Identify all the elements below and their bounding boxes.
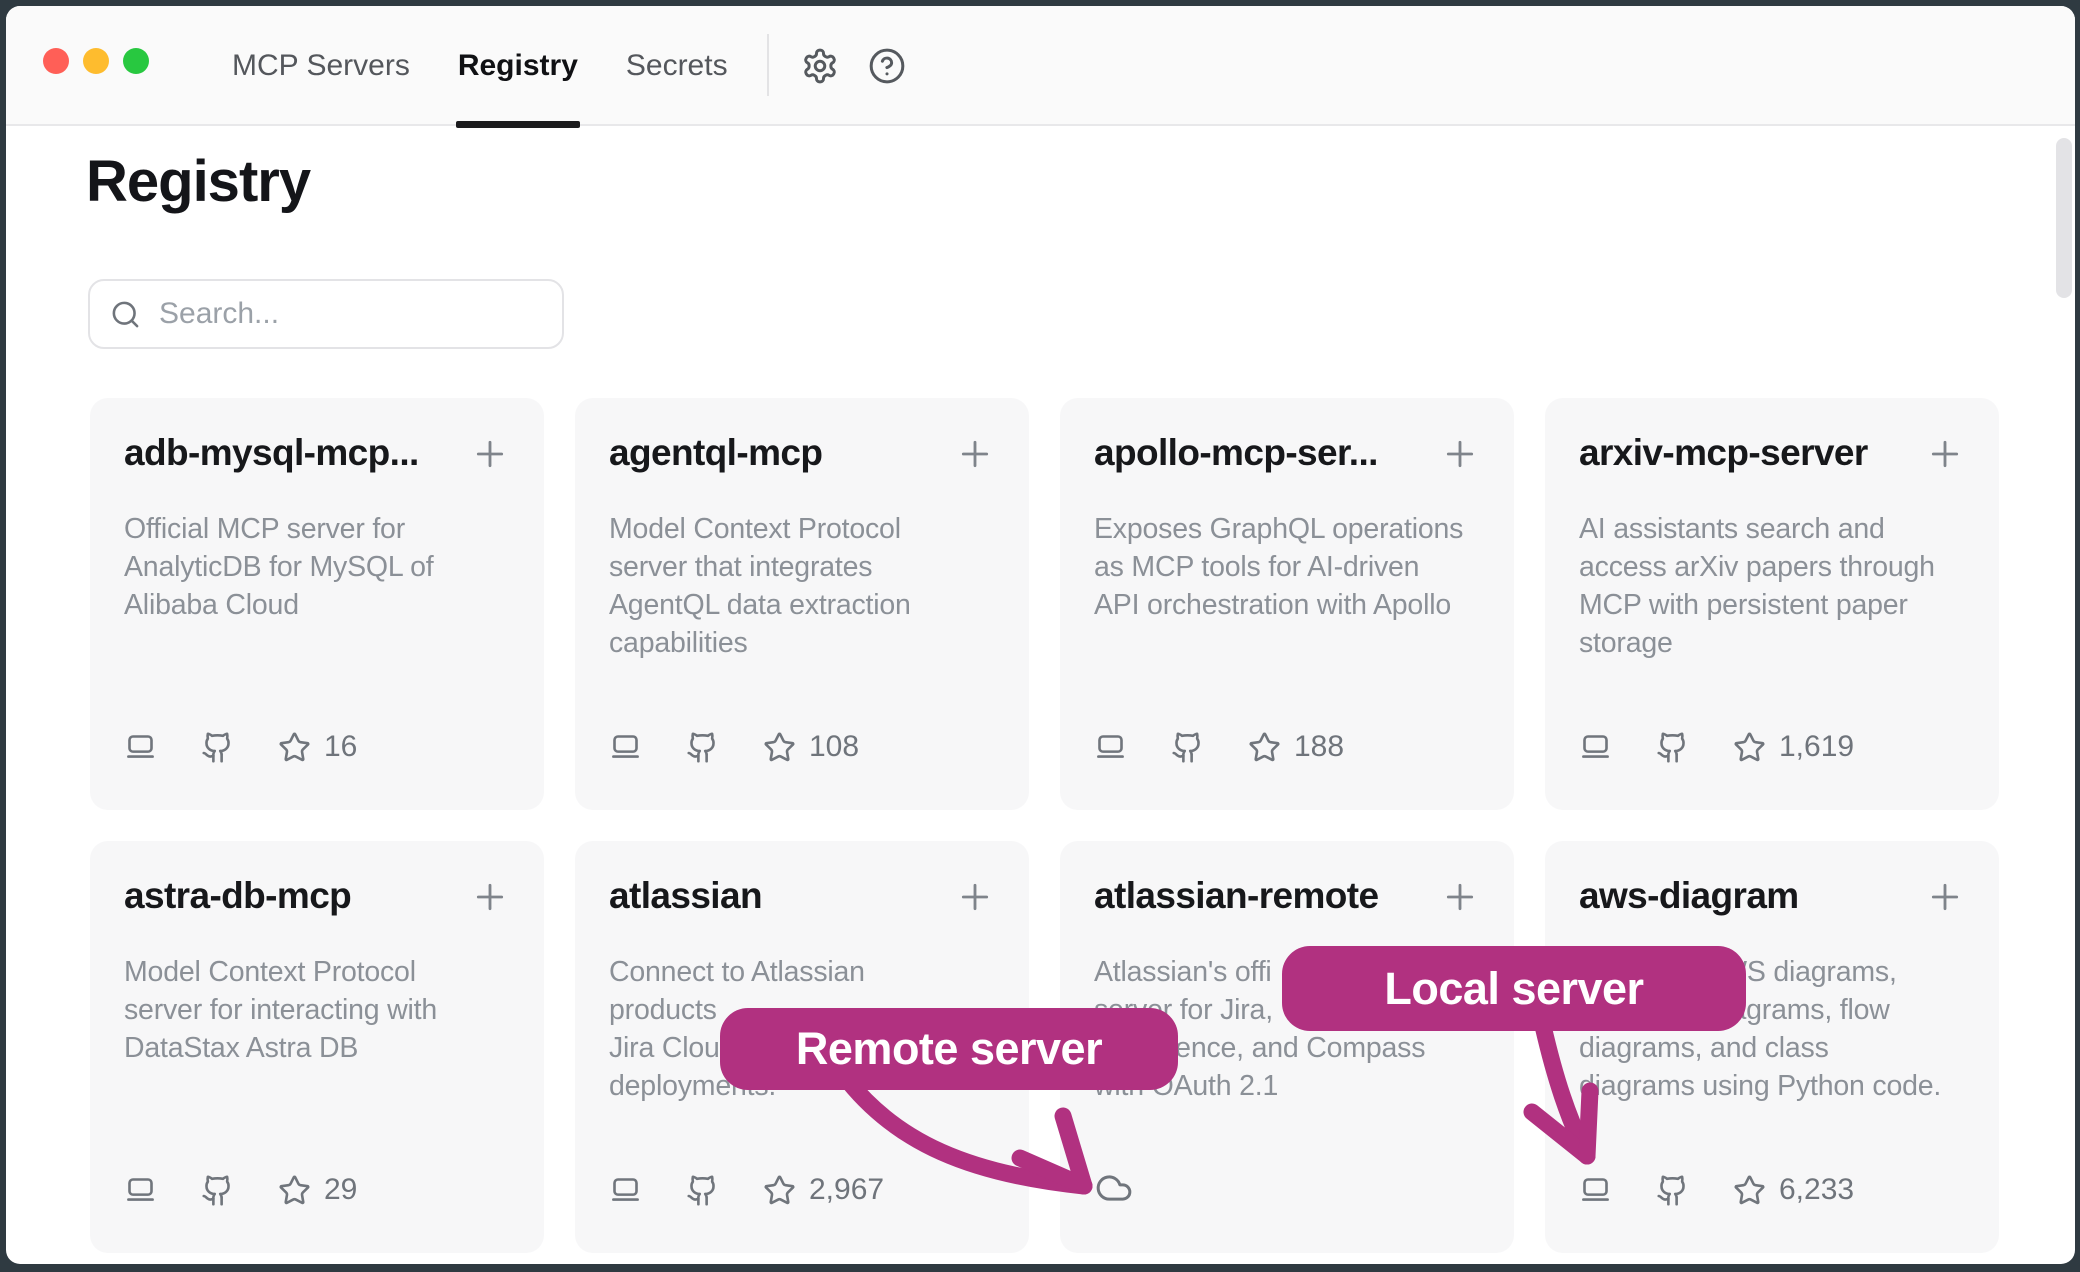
add-server-button[interactable] <box>1440 877 1480 917</box>
titlebar: MCP Servers Registry Secrets <box>6 6 2075 126</box>
github-icon[interactable] <box>686 731 719 764</box>
star-count: 29 <box>324 1173 357 1207</box>
tab-registry[interactable]: Registry <box>458 6 578 126</box>
server-name: astra-db-mcp <box>124 875 351 917</box>
github-icon[interactable] <box>1656 731 1689 764</box>
server-card-adb-mysql-mcp[interactable]: adb-mysql-mcp... Official MCP server for… <box>90 398 544 810</box>
add-server-button[interactable] <box>1925 434 1965 474</box>
help-icon[interactable] <box>868 47 906 85</box>
server-card-astra-db-mcp[interactable]: astra-db-mcp Model Context Protocolserve… <box>90 841 544 1253</box>
star-count: 1,619 <box>1779 730 1854 764</box>
laptop-icon <box>124 1174 157 1207</box>
header-divider <box>767 34 769 96</box>
server-card-aws-diagram[interactable]: aws-diagram Generate AWS diagrams,sequen… <box>1545 841 1999 1253</box>
star-icon <box>763 1174 796 1207</box>
close-button[interactable] <box>43 48 69 74</box>
star-count: 16 <box>324 730 357 764</box>
server-description: Connect to AtlassianproductsJira Cloudep… <box>609 953 995 1105</box>
github-icon[interactable] <box>686 1174 719 1207</box>
github-icon[interactable] <box>1656 1174 1689 1207</box>
add-server-button[interactable] <box>470 877 510 917</box>
star-count: 188 <box>1294 730 1344 764</box>
card-footer: 1,619 <box>1579 730 1965 764</box>
server-description: Exposes GraphQL operationsas MCP tools f… <box>1094 510 1480 624</box>
card-footer <box>1094 1169 1480 1207</box>
github-icon[interactable] <box>201 1174 234 1207</box>
card-footer: 6,233 <box>1579 1173 1965 1207</box>
scrollbar-thumb[interactable] <box>2056 138 2072 298</box>
server-description: Atlassian's offiserver for Jira,Confluen… <box>1094 953 1480 1105</box>
add-server-button[interactable] <box>1440 434 1480 474</box>
server-name: apollo-mcp-ser... <box>1094 432 1378 474</box>
server-card-agentql-mcp[interactable]: agentql-mcp Model Context Protocolserver… <box>575 398 1029 810</box>
search-box <box>88 279 564 349</box>
star-icon <box>1248 731 1281 764</box>
star-icon <box>278 731 311 764</box>
server-card-atlassian[interactable]: atlassian Connect to AtlassianproductsJi… <box>575 841 1029 1253</box>
laptop-icon <box>609 1174 642 1207</box>
card-footer: 29 <box>124 1173 510 1207</box>
star-count: 108 <box>809 730 859 764</box>
laptop-icon <box>124 731 157 764</box>
server-description: AI assistants search andaccess arXiv pap… <box>1579 510 1965 662</box>
zoom-button[interactable] <box>123 48 149 74</box>
add-server-button[interactable] <box>1925 877 1965 917</box>
server-description: Official MCP server forAnalyticDB for My… <box>124 510 510 624</box>
add-server-button[interactable] <box>470 434 510 474</box>
star-count: 6,233 <box>1779 1173 1854 1207</box>
cloud-icon <box>1094 1169 1134 1207</box>
star-icon <box>1733 731 1766 764</box>
card-footer: 16 <box>124 730 510 764</box>
search-icon <box>110 299 141 330</box>
page-title: Registry <box>86 148 310 215</box>
star-icon <box>278 1174 311 1207</box>
server-card-arxiv-mcp-server[interactable]: arxiv-mcp-server AI assistants search an… <box>1545 398 1999 810</box>
server-name: arxiv-mcp-server <box>1579 432 1868 474</box>
star-icon <box>763 731 796 764</box>
server-description: Model Context Protocolserver that integr… <box>609 510 995 662</box>
server-card-atlassian-remote[interactable]: atlassian-remote Atlassian's offiserver … <box>1060 841 1514 1253</box>
server-name: aws-diagram <box>1579 875 1799 917</box>
github-icon[interactable] <box>1171 731 1204 764</box>
tab-mcp-servers[interactable]: MCP Servers <box>232 6 410 126</box>
laptop-icon <box>1094 731 1127 764</box>
add-server-button[interactable] <box>955 434 995 474</box>
tab-secrets[interactable]: Secrets <box>626 6 728 126</box>
app-window: MCP Servers Registry Secrets Registry ad… <box>6 6 2075 1264</box>
minimize-button[interactable] <box>83 48 109 74</box>
window-controls <box>43 48 149 74</box>
server-description: Model Context Protocolserver for interac… <box>124 953 510 1067</box>
server-card-apollo-mcp-server[interactable]: apollo-mcp-ser... Exposes GraphQL operat… <box>1060 398 1514 810</box>
add-server-button[interactable] <box>955 877 995 917</box>
server-name: agentql-mcp <box>609 432 822 474</box>
laptop-icon <box>1579 1174 1612 1207</box>
laptop-icon <box>609 731 642 764</box>
card-footer: 188 <box>1094 730 1480 764</box>
star-count: 2,967 <box>809 1173 884 1207</box>
card-footer: 2,967 <box>609 1173 995 1207</box>
desktop-background: { "titlebar": { "tabs": [ { "label": "MC… <box>0 0 2080 1272</box>
star-icon <box>1733 1174 1766 1207</box>
server-name: atlassian-remote <box>1094 875 1378 917</box>
search-input[interactable] <box>159 297 542 331</box>
card-footer: 108 <box>609 730 995 764</box>
settings-gear-icon[interactable] <box>801 47 839 85</box>
github-icon[interactable] <box>201 731 234 764</box>
server-name: atlassian <box>609 875 762 917</box>
laptop-icon <box>1579 731 1612 764</box>
server-description: Generate AWS diagrams,sequence diagrams,… <box>1579 953 1965 1105</box>
server-name: adb-mysql-mcp... <box>124 432 419 474</box>
registry-grid: adb-mysql-mcp... Official MCP server for… <box>90 398 1999 1253</box>
main-tabs: MCP Servers Registry Secrets <box>232 6 728 126</box>
